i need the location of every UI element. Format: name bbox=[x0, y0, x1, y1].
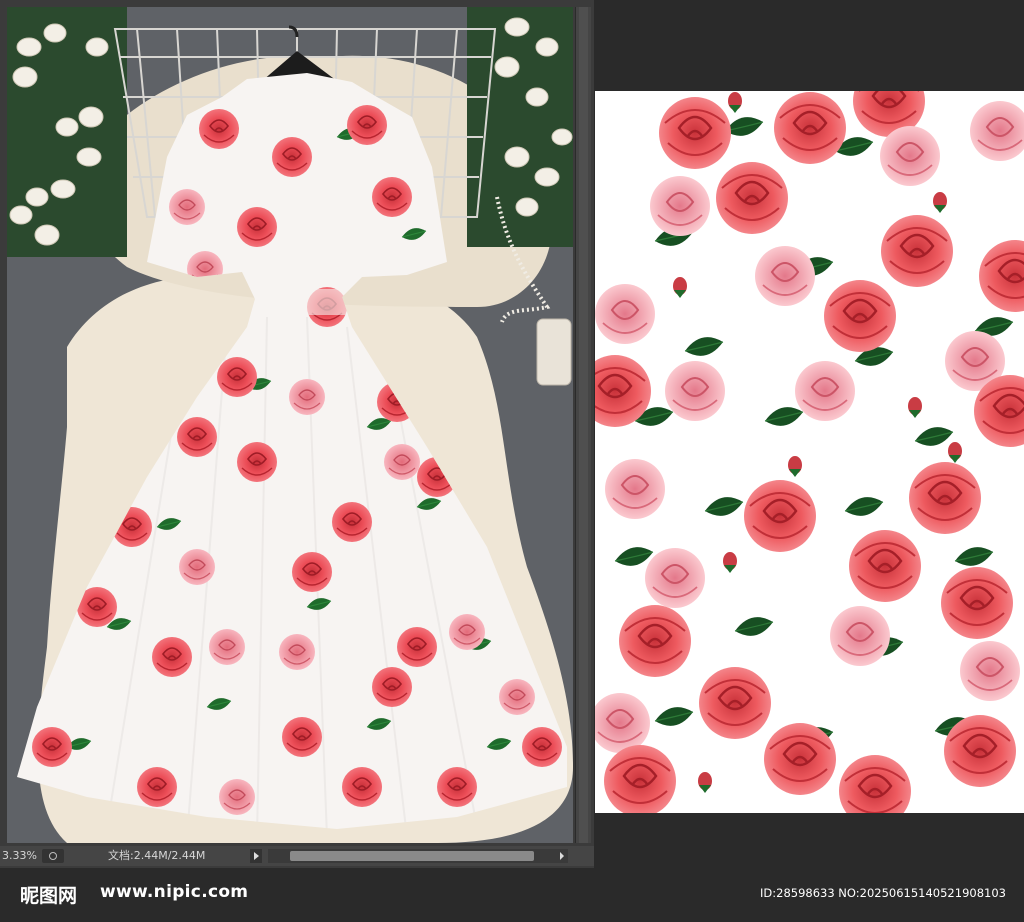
rose-pattern-art bbox=[595, 91, 1024, 813]
document-info: 文档:2.44M/2.44M bbox=[108, 849, 206, 862]
white-roses-right bbox=[467, 7, 573, 247]
site-logo: 昵图网 bbox=[20, 885, 78, 907]
scroll-right-icon[interactable] bbox=[560, 852, 564, 860]
image-editor-window: 3.33% 文档:2.44M/2.44M bbox=[0, 0, 594, 868]
document-canvas[interactable] bbox=[7, 7, 573, 843]
image-id-text: ID:28598633 NO:20250615140521908103 bbox=[760, 886, 1006, 900]
status-menu-icon[interactable] bbox=[42, 849, 64, 863]
status-bar: 3.33% 文档:2.44M/2.44M bbox=[0, 846, 594, 866]
vertical-scrollbar[interactable] bbox=[575, 7, 591, 843]
horizontal-scrollbar[interactable] bbox=[268, 849, 568, 863]
dress-photo bbox=[7, 7, 573, 843]
rose-pattern-swatch bbox=[595, 91, 1024, 813]
site-url[interactable]: www.nipic.com bbox=[100, 882, 248, 902]
zoom-level[interactable]: 3.33% bbox=[2, 846, 37, 866]
white-roses-left bbox=[7, 7, 127, 257]
status-arrow-icon[interactable] bbox=[250, 849, 262, 863]
